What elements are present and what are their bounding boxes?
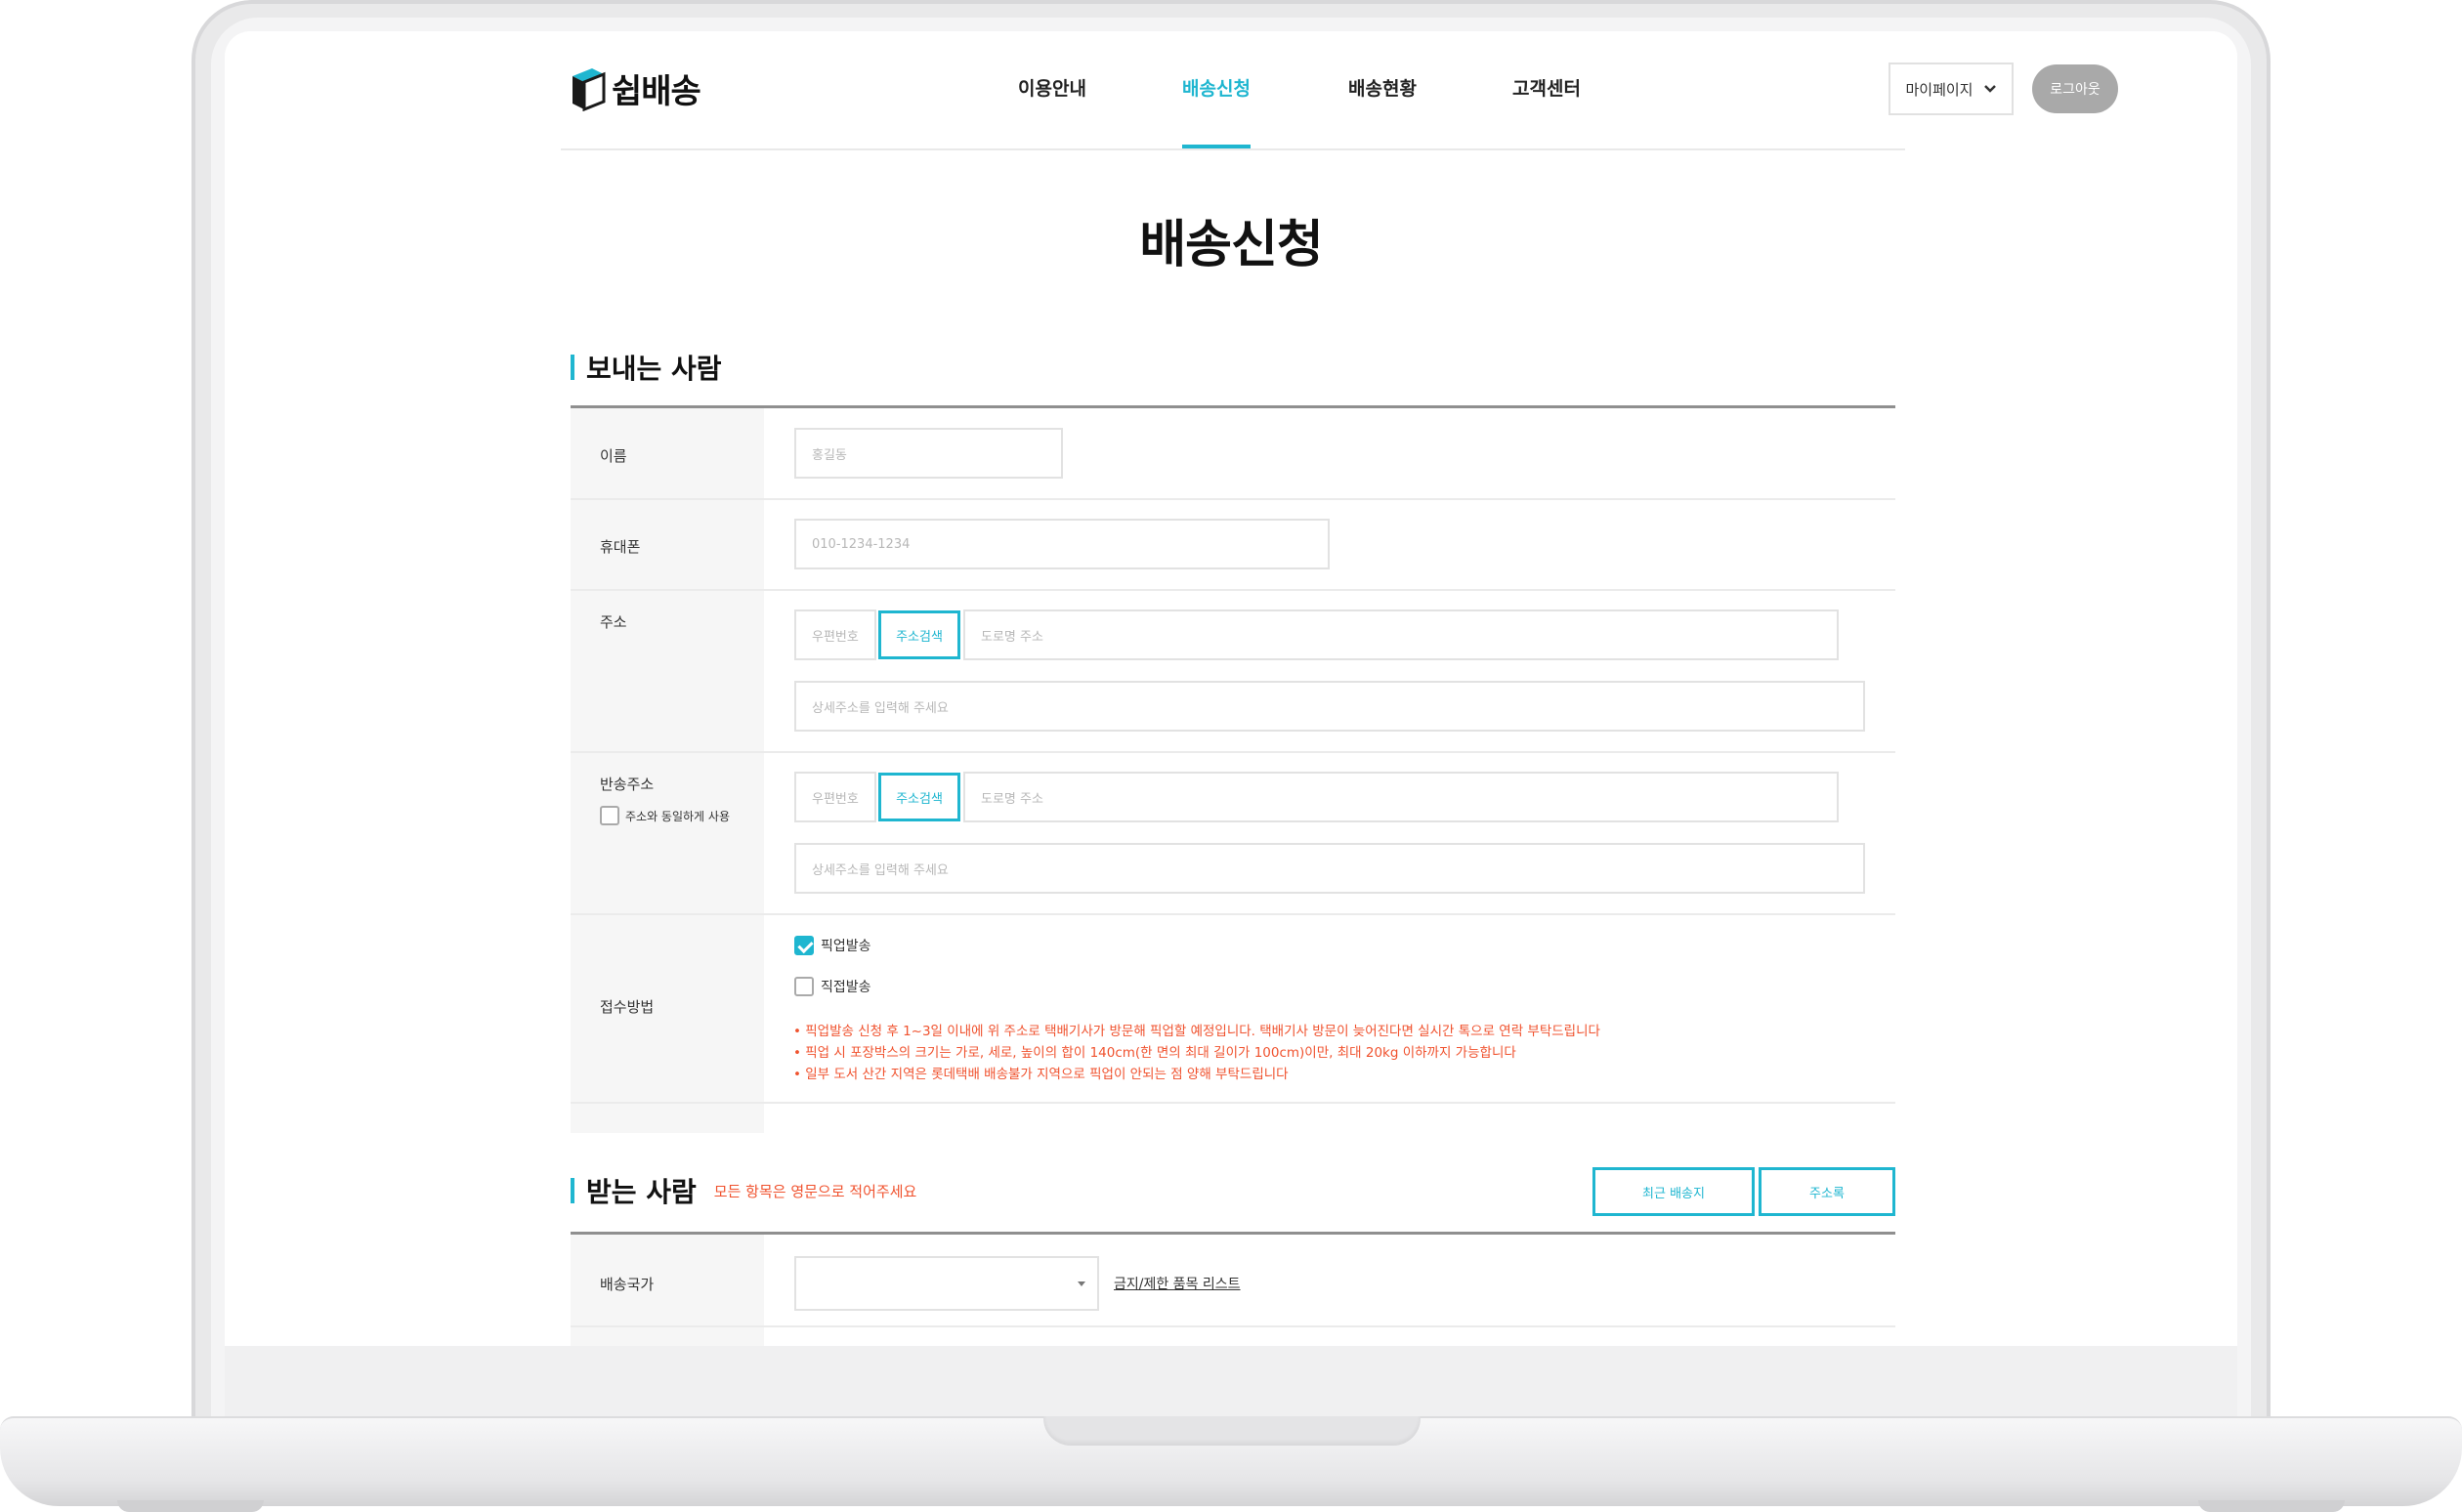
sender-top-rule <box>571 405 1895 408</box>
laptop-chin <box>225 1346 2237 1416</box>
laptop-foot-right <box>2198 1500 2345 1512</box>
caret-down-icon <box>1078 1281 1085 1286</box>
laptop-foot-left <box>117 1500 264 1512</box>
address-search-button[interactable]: 주소검색 <box>878 610 960 659</box>
return-address-label: 반송주소 <box>600 776 655 793</box>
row-divider <box>571 498 1895 500</box>
restricted-items-link[interactable]: 금지/제한 품목 리스트 <box>1114 1274 1241 1293</box>
notice-line: • 픽업발송 신청 후 1~3일 이내에 위 주소로 택배기사가 방문해 픽업할… <box>793 1024 1600 1039</box>
address-label: 주소 <box>600 613 627 631</box>
address-book-button[interactable]: 주소록 <box>1759 1167 1895 1216</box>
mypage-dropdown[interactable]: 마이페이지 <box>1889 63 2014 115</box>
main-nav: 이용안내 배송신청 배송현황 고객센터 <box>561 31 1905 150</box>
pickup-label: 픽업발송 <box>821 939 871 954</box>
section-accent-bar <box>571 355 574 380</box>
country-select[interactable] <box>794 1256 1099 1311</box>
return-road-address-input[interactable]: 도로명 주소 <box>963 772 1839 822</box>
receiver-top-rule <box>571 1232 1895 1235</box>
zip-input[interactable]: 우편번호 <box>794 609 876 660</box>
notice-line: • 일부 도서 산간 지역은 롯데택배 배송불가 지역으로 픽업이 안되는 점 … <box>793 1067 1289 1082</box>
row-divider <box>571 751 1895 753</box>
same-address-label: 주소와 동일하게 사용 <box>625 810 730 823</box>
receiver-title-text: 받는 사람 <box>586 1176 697 1208</box>
nav-item-status[interactable]: 배송현황 <box>1348 74 1417 101</box>
mypage-label: 마이페이지 <box>1905 80 1974 99</box>
site-header: 쉽배송 이용안내 배송신청 배송현황 고객센터 마이페이지 로그아웃 <box>561 31 2118 150</box>
method-label: 접수방법 <box>600 998 655 1016</box>
return-detail-address-input[interactable]: 상세주소를 입력해 주세요 <box>794 843 1865 894</box>
row-divider <box>571 589 1895 591</box>
phone-input[interactable]: 010-1234-1234 <box>794 519 1330 569</box>
recent-address-button[interactable]: 최근 배송지 <box>1592 1167 1755 1216</box>
notice-line: • 픽업 시 포장박스의 크기는 가로, 세로, 높이의 합이 140cm(한 … <box>793 1045 1516 1061</box>
nav-item-apply[interactable]: 배송신청 <box>1182 74 1251 101</box>
logout-button[interactable]: 로그아웃 <box>2032 64 2118 113</box>
row-divider <box>571 1102 1895 1104</box>
direct-label: 직접발송 <box>821 980 871 995</box>
return-address-search-button[interactable]: 주소검색 <box>878 773 960 821</box>
sender-section-title: 보내는 사람 <box>571 348 722 387</box>
road-address-input[interactable]: 도로명 주소 <box>963 609 1839 660</box>
active-nav-underline <box>1182 145 1251 148</box>
name-label: 이름 <box>600 447 627 465</box>
laptop-screen: 쉽배송 이용안내 배송신청 배송현황 고객센터 마이페이지 로그아웃 배송신청 <box>225 31 2237 1346</box>
row-divider <box>571 913 1895 915</box>
same-address-checkbox[interactable] <box>600 806 619 825</box>
row-divider <box>571 1325 1895 1327</box>
nav-item-guide[interactable]: 이용안내 <box>1018 74 1086 101</box>
sender-label-column <box>571 408 764 1133</box>
pickup-checkbox[interactable] <box>794 936 814 955</box>
page-title: 배송신청 <box>1139 216 1323 274</box>
receiver-section-title: 받는 사람 모든 항목은 영문으로 적어주세요 <box>571 1171 916 1210</box>
phone-label: 휴대폰 <box>600 538 641 556</box>
return-zip-input[interactable]: 우편번호 <box>794 772 876 822</box>
section-accent-bar <box>571 1178 574 1203</box>
web-page: 쉽배송 이용안내 배송신청 배송현황 고객센터 마이페이지 로그아웃 배송신청 <box>225 31 2237 1346</box>
name-input[interactable]: 홍길동 <box>794 428 1063 479</box>
direct-checkbox[interactable] <box>794 977 814 996</box>
country-label: 배송국가 <box>600 1276 655 1293</box>
receiver-note: 모든 항목은 영문으로 적어주세요 <box>713 1182 917 1200</box>
chevron-down-icon <box>1983 80 1997 98</box>
detail-address-input[interactable]: 상세주소를 입력해 주세요 <box>794 681 1865 732</box>
sender-title-text: 보내는 사람 <box>586 353 722 385</box>
nav-item-support[interactable]: 고객센터 <box>1512 74 1581 101</box>
laptop-notch <box>1043 1416 1421 1446</box>
